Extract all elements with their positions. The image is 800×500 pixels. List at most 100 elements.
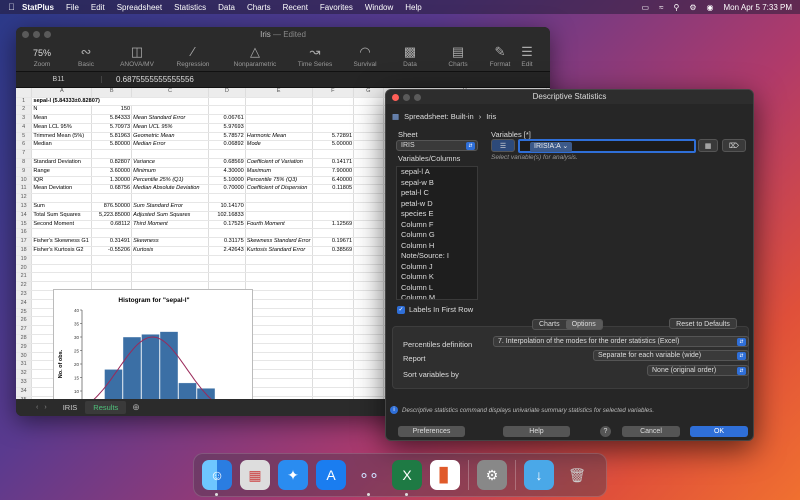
cell[interactable] xyxy=(245,360,313,371)
cell[interactable] xyxy=(245,228,313,239)
downloads-folder-icon[interactable]: ↓ xyxy=(524,460,554,490)
row-header[interactable]: 11 xyxy=(16,184,33,195)
cell[interactable] xyxy=(353,255,384,265)
toolbar-anova-mv-button[interactable]: ◫ ANOVA/MV xyxy=(110,45,164,69)
cell[interactable]: 10.14170 xyxy=(208,202,246,212)
search-icon[interactable]: ⚲ xyxy=(674,3,680,12)
menu-help[interactable]: Help xyxy=(405,3,421,12)
row-header[interactable]: 2 xyxy=(16,105,33,116)
cell[interactable] xyxy=(353,299,384,309)
cell[interactable]: Median Absolute Deviation xyxy=(131,184,209,195)
list-item[interactable]: Column J xyxy=(397,262,477,273)
menu-clock[interactable]: Mon Apr 5 7:33 PM xyxy=(724,3,792,12)
finder-icon[interactable]: ☺ xyxy=(202,460,232,496)
cell[interactable]: Mean xyxy=(31,114,93,124)
toolbar-time-series-button[interactable]: ↝ Time Series xyxy=(288,45,342,69)
cell[interactable] xyxy=(312,325,355,336)
cell[interactable]: Mean LCL 95% xyxy=(31,123,93,133)
column-header[interactable]: F xyxy=(312,88,355,98)
row-header[interactable]: 23 xyxy=(16,290,33,300)
add-sheet-icon[interactable]: ⊕ xyxy=(132,402,140,413)
list-item[interactable]: Column L xyxy=(397,283,477,294)
cell[interactable] xyxy=(31,149,93,160)
row-header[interactable]: 19 xyxy=(16,255,33,265)
cell[interactable]: 0.68569 xyxy=(208,158,246,168)
cell[interactable] xyxy=(312,308,355,318)
siri-icon[interactable]: ◉ xyxy=(707,3,714,12)
cell[interactable] xyxy=(312,343,355,353)
cell[interactable] xyxy=(312,211,355,221)
cell[interactable]: Range xyxy=(31,167,93,177)
cell[interactable]: 6.40000 xyxy=(312,176,355,186)
column-header[interactable]: C xyxy=(131,88,209,98)
cell[interactable] xyxy=(312,281,355,292)
row-header[interactable]: 5 xyxy=(16,132,33,142)
menu-edit[interactable]: Edit xyxy=(91,3,105,12)
cell[interactable] xyxy=(208,193,246,204)
cell[interactable] xyxy=(353,105,384,116)
menu-window[interactable]: Window xyxy=(365,3,393,12)
list-item[interactable]: Note/Source: I xyxy=(397,251,477,262)
cell[interactable]: Mean Standard Error xyxy=(131,114,209,124)
close-icon[interactable] xyxy=(22,31,29,38)
row-header[interactable]: 1 xyxy=(16,97,33,107)
cell[interactable] xyxy=(312,387,355,397)
cell[interactable] xyxy=(208,105,246,116)
toolbar-regression-button[interactable]: ∕ Regression xyxy=(164,45,222,69)
apple-icon[interactable]:  xyxy=(8,2,22,12)
cell[interactable] xyxy=(131,255,209,265)
list-item[interactable]: Column H xyxy=(397,241,477,252)
toolbar-format-button[interactable]: ✎ Format xyxy=(484,45,516,69)
cell[interactable] xyxy=(312,255,355,265)
row-header[interactable]: 30 xyxy=(16,352,33,362)
cell[interactable]: Coefficient of Dispersion xyxy=(245,184,313,195)
cell[interactable] xyxy=(91,149,133,160)
cell[interactable]: Minimum xyxy=(131,167,209,177)
cell[interactable] xyxy=(245,149,313,160)
cell[interactable] xyxy=(353,167,384,177)
cell[interactable] xyxy=(245,123,313,133)
cell[interactable] xyxy=(312,114,355,124)
dialog-close-icon[interactable] xyxy=(392,94,399,101)
row-header[interactable]: 20 xyxy=(16,264,33,274)
cell[interactable]: 102.16833 xyxy=(208,211,246,221)
cell[interactable] xyxy=(131,228,209,239)
launchpad-icon[interactable]: ▦ xyxy=(240,460,270,490)
question-button[interactable]: ? xyxy=(600,426,611,437)
cell[interactable] xyxy=(245,202,313,212)
cell[interactable] xyxy=(353,264,384,274)
cell[interactable] xyxy=(131,105,209,116)
cell[interactable]: Adjusted Sum Squares xyxy=(131,211,209,221)
cell[interactable] xyxy=(245,325,313,336)
toolbar-survival-button[interactable]: ◠ Survival xyxy=(342,45,388,69)
cell[interactable]: 0.14171 xyxy=(312,158,355,168)
cell[interactable] xyxy=(245,211,313,221)
row-header[interactable]: 15 xyxy=(16,220,33,230)
cell[interactable] xyxy=(353,281,384,292)
cell[interactable]: Fisher's Kurtosis G2 xyxy=(31,246,93,256)
cell[interactable] xyxy=(245,97,313,107)
percentiles-select[interactable]: 7. Interpolation of the modes for the or… xyxy=(493,336,749,347)
cell[interactable]: Standard Deviation xyxy=(31,158,93,168)
cell[interactable] xyxy=(208,97,246,107)
cell[interactable] xyxy=(353,220,384,230)
cell[interactable]: Coefficient of Variation xyxy=(245,158,313,168)
cell[interactable]: Harmonic Mean xyxy=(245,132,313,142)
row-header[interactable]: 31 xyxy=(16,360,33,371)
cell[interactable]: sepal-l (5.84333±0.82807) xyxy=(31,97,209,107)
row-header[interactable]: 18 xyxy=(16,246,33,256)
row-header[interactable]: 29 xyxy=(16,343,33,353)
tab-options[interactable]: Options xyxy=(565,320,602,329)
toolbar-basic-button[interactable]: ∾ Basic xyxy=(62,45,110,69)
list-item[interactable]: petal-l C xyxy=(397,188,477,199)
cell[interactable] xyxy=(245,308,313,318)
tab-results[interactable]: Results xyxy=(85,401,127,414)
cell[interactable] xyxy=(31,255,93,265)
cell[interactable] xyxy=(245,352,313,362)
cell[interactable] xyxy=(312,378,355,388)
cell[interactable]: 0.31175 xyxy=(208,237,246,248)
cell[interactable]: 5,223.85000 xyxy=(91,211,133,221)
menu-spreadsheet[interactable]: Spreadsheet xyxy=(117,3,162,12)
cell[interactable] xyxy=(312,149,355,160)
cell[interactable] xyxy=(91,264,133,274)
